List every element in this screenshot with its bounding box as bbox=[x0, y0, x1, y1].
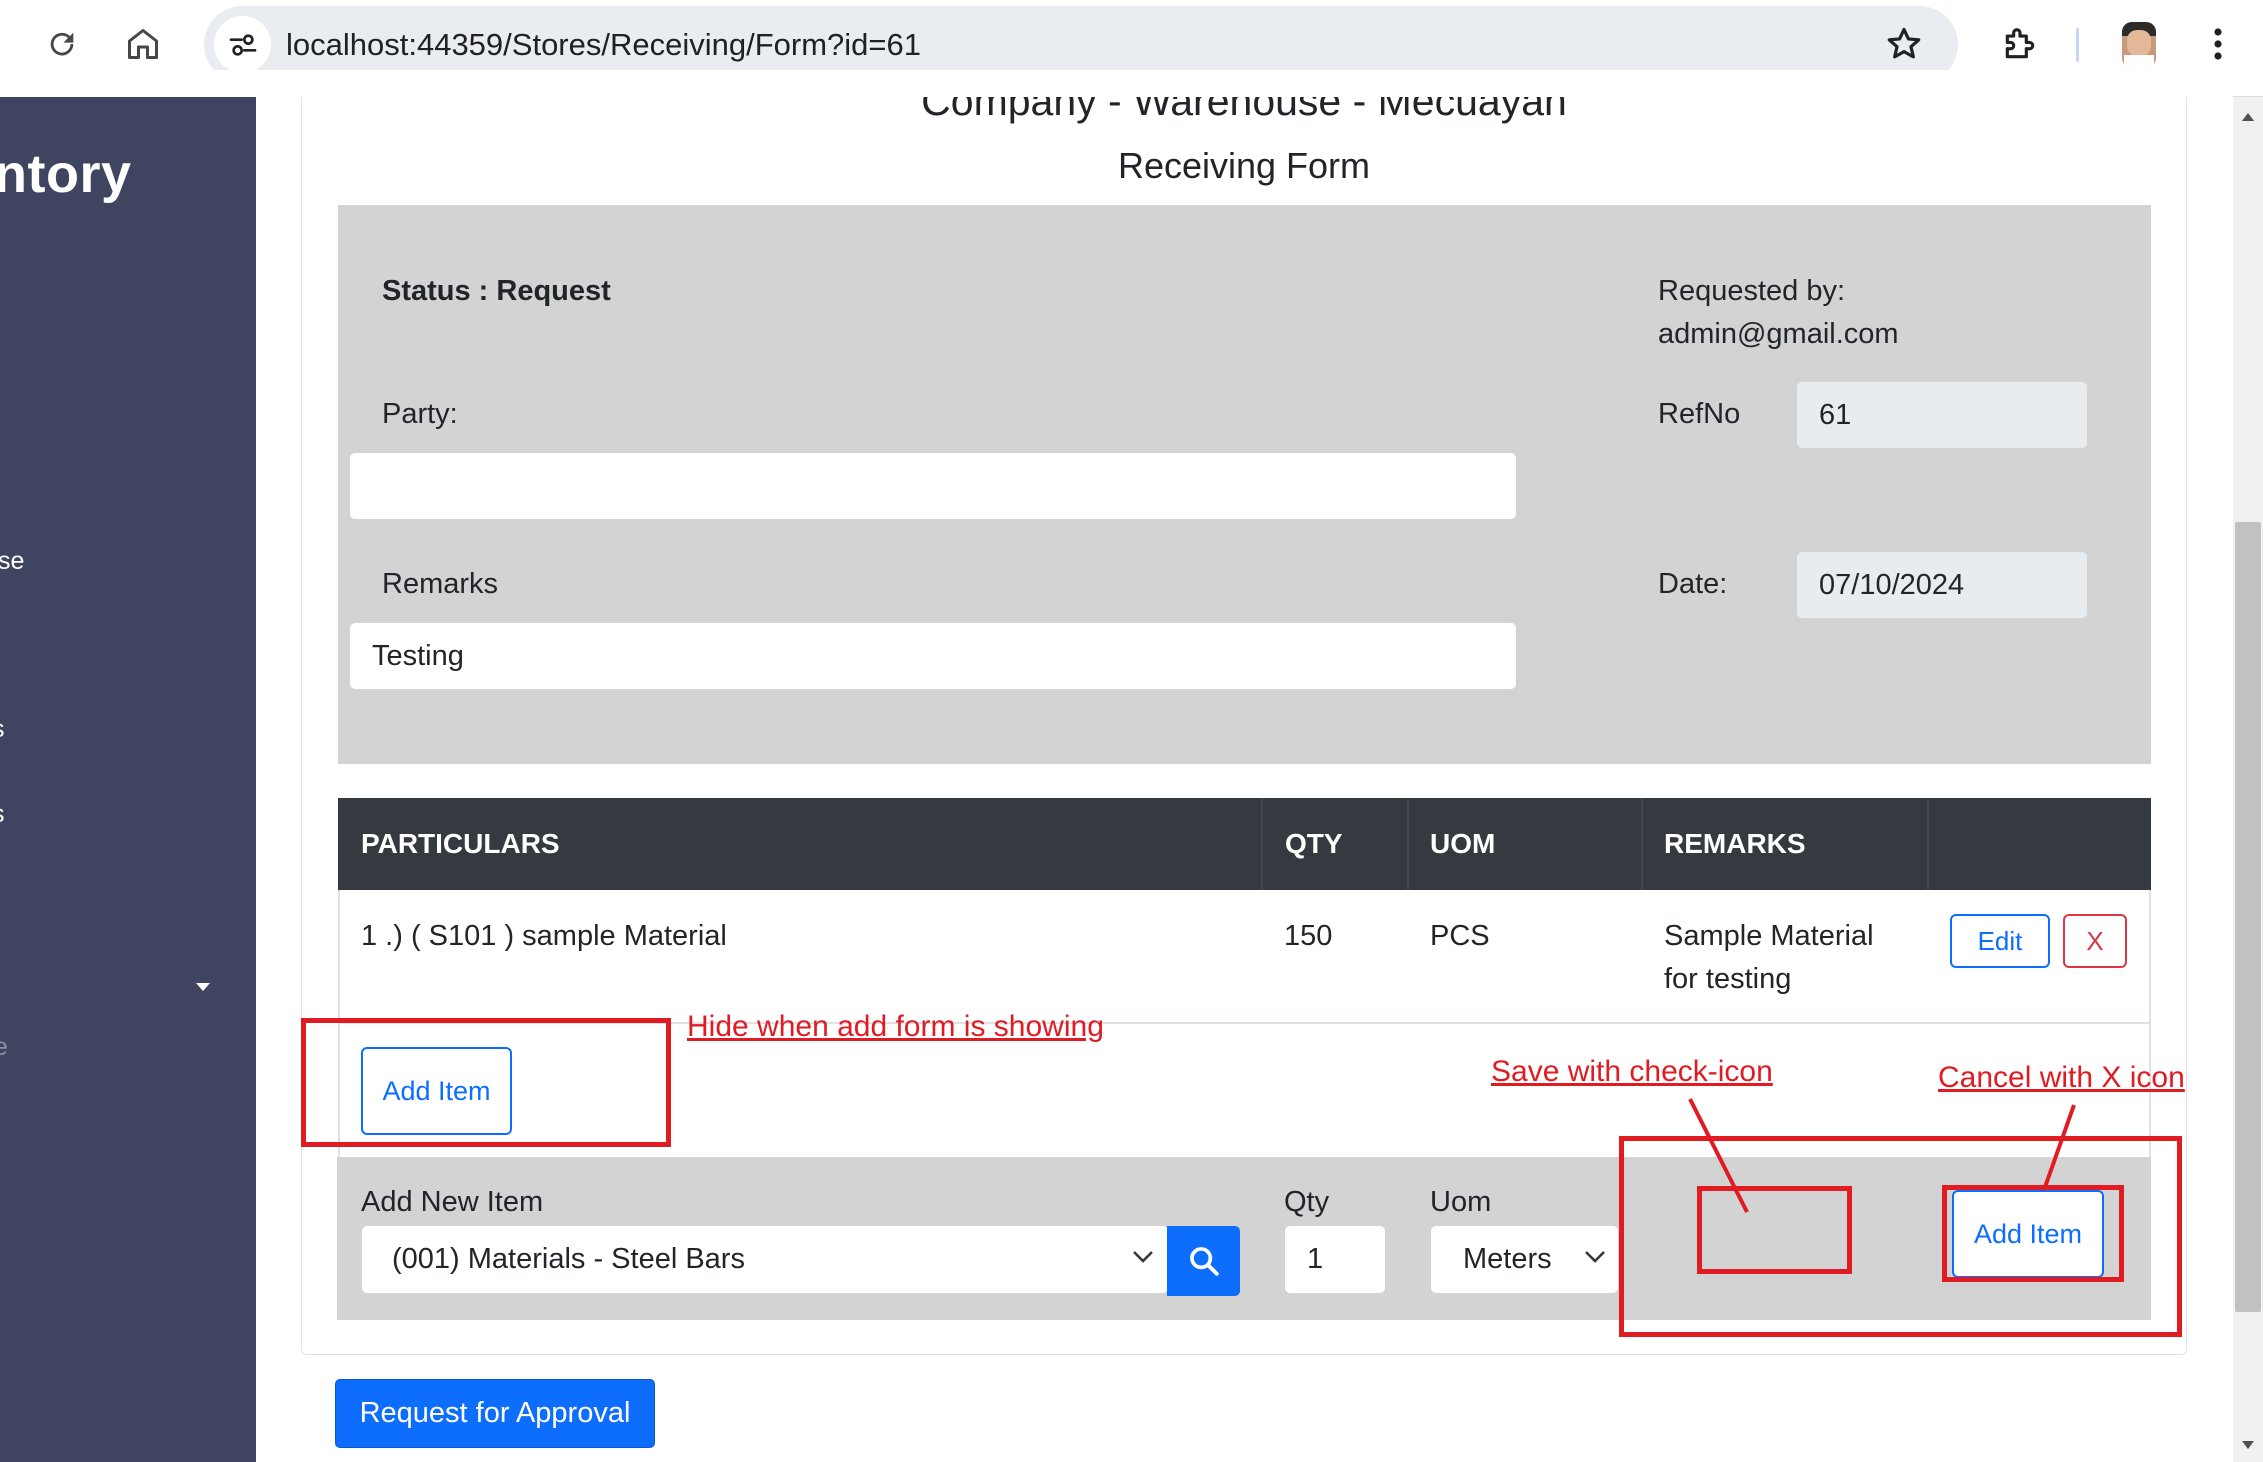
refno-label: RefNo bbox=[1658, 398, 1741, 430]
scroll-up-arrow-icon[interactable] bbox=[2241, 109, 2255, 127]
toolbar-divider bbox=[2076, 28, 2079, 62]
requested-by-label: Requested by: bbox=[1658, 275, 1846, 307]
annotation-save-note: Save with check-icon bbox=[1491, 1055, 1773, 1088]
item-select-value: (001) Materials - Steel Bars bbox=[392, 1243, 745, 1275]
sidebar-item[interactable]: s bbox=[0, 800, 5, 829]
bookmark-star-icon[interactable] bbox=[1874, 14, 1934, 74]
chevron-down-icon bbox=[1585, 1251, 1605, 1263]
sidebar-item[interactable]: s bbox=[0, 715, 5, 744]
search-button[interactable] bbox=[1167, 1226, 1240, 1296]
scroll-down-arrow-icon[interactable] bbox=[2241, 1437, 2255, 1455]
scroll-thumb[interactable] bbox=[2235, 522, 2261, 1312]
reload-icon[interactable] bbox=[32, 14, 92, 74]
date-label: Date: bbox=[1658, 568, 1728, 600]
date-field[interactable]: 07/10/2024 bbox=[1797, 552, 2087, 618]
caret-down-icon[interactable] bbox=[195, 979, 211, 997]
home-icon[interactable] bbox=[113, 14, 173, 74]
sidebar-item[interactable]: se bbox=[0, 547, 24, 576]
items-table-header: PARTICULARS QTY UOM REMARKS bbox=[338, 798, 2151, 890]
page-scrollbar[interactable] bbox=[2233, 97, 2263, 1462]
edit-button[interactable]: Edit bbox=[1950, 914, 2050, 968]
search-icon bbox=[1189, 1247, 1219, 1276]
uom-label: Uom bbox=[1430, 1186, 1492, 1218]
form-title: Receiving Form bbox=[1117, 145, 1371, 186]
cell-qty: 150 bbox=[1284, 920, 1333, 952]
col-header-remarks: REMARKS bbox=[1664, 828, 1806, 859]
uom-select[interactable]: Meters bbox=[1431, 1226, 1618, 1293]
chevron-down-icon bbox=[1133, 1251, 1153, 1263]
qty-input[interactable]: 1 bbox=[1285, 1226, 1385, 1293]
qty-label: Qty bbox=[1284, 1186, 1330, 1218]
annotation-box-hide bbox=[301, 1018, 671, 1147]
sidebar-item[interactable]: e bbox=[0, 1033, 8, 1062]
delete-button[interactable]: X bbox=[2063, 914, 2127, 968]
party-input[interactable] bbox=[350, 453, 1516, 519]
request-approval-button[interactable]: Request for Approval bbox=[335, 1379, 655, 1448]
col-header-uom: UOM bbox=[1430, 828, 1496, 859]
cell-remarks-line1: Sample Material bbox=[1664, 920, 1874, 952]
col-header-particulars: PARTICULARS bbox=[361, 828, 560, 859]
annotation-hide-note: Hide when add form is showing bbox=[687, 1010, 1104, 1043]
add-item-label: Add New Item bbox=[361, 1186, 544, 1218]
more-menu-icon[interactable] bbox=[2188, 14, 2248, 74]
party-label: Party: bbox=[382, 398, 458, 430]
uom-select-value: Meters bbox=[1463, 1243, 1552, 1275]
extensions-icon[interactable] bbox=[1990, 14, 2050, 74]
sidebar-brand[interactable]: ntory bbox=[0, 143, 132, 205]
item-select[interactable]: (001) Materials - Steel Bars bbox=[362, 1226, 1168, 1293]
annotation-cancel-note: Cancel with X icon bbox=[1938, 1061, 2185, 1094]
site-info-icon[interactable] bbox=[214, 16, 271, 73]
remarks-input[interactable]: Testing bbox=[350, 623, 1516, 689]
col-header-qty: QTY bbox=[1285, 828, 1343, 859]
sidebar: ntory se s s e bbox=[0, 97, 256, 1462]
annotation-box-cancel bbox=[1942, 1185, 2124, 1282]
cell-uom: PCS bbox=[1430, 920, 1490, 952]
profile-avatar[interactable] bbox=[2122, 22, 2156, 68]
annotation-box-save bbox=[1697, 1186, 1852, 1274]
requested-by-value: admin@gmail.com bbox=[1658, 318, 1899, 350]
refno-field[interactable]: 61 bbox=[1797, 382, 2087, 448]
status-label: Status : Request bbox=[382, 275, 611, 307]
remarks-label: Remarks bbox=[382, 568, 499, 600]
cell-particulars: 1 .) ( S101 ) sample Material bbox=[361, 920, 727, 952]
cell-remarks-line2: for testing bbox=[1664, 963, 1792, 995]
